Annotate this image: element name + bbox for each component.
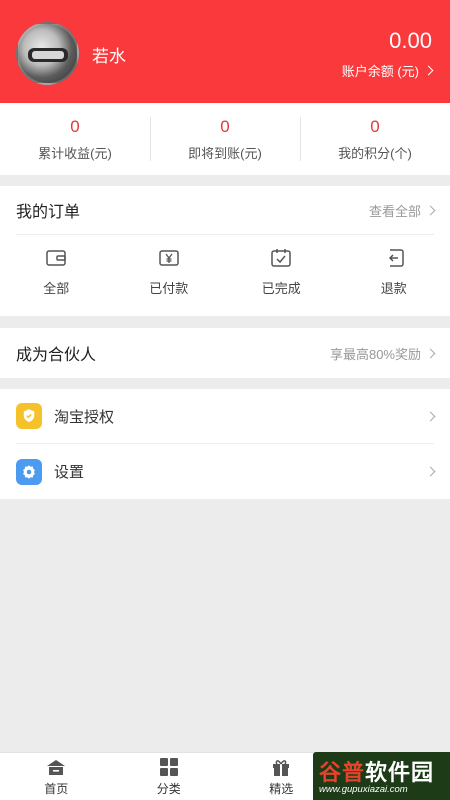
wallet-icon xyxy=(46,250,66,266)
menu-item-content: 设置 xyxy=(16,458,85,485)
watermark-title: 谷普软件园 xyxy=(319,755,434,787)
tab-label: 分类 xyxy=(156,781,181,796)
account-balance-label: 账户余额 (元) xyxy=(341,64,419,79)
paid-icon xyxy=(159,250,179,266)
stat-my-points[interactable]: 0 我的积分(个) xyxy=(300,103,450,175)
avatar[interactable] xyxy=(16,22,79,85)
tab-label: 精选 xyxy=(269,781,294,796)
stat-value: 0 xyxy=(370,116,380,136)
watermark-url: www.gupuxiazai.com xyxy=(319,784,408,795)
stat-label: 我的积分(个) xyxy=(338,145,412,161)
chevron-right-icon xyxy=(423,65,434,76)
menu-item-label: 淘宝授权 xyxy=(54,408,115,426)
settings-menu: 淘宝授权 设置 xyxy=(0,389,450,499)
orders-header: 我的订单 查看全部 xyxy=(16,186,436,235)
view-all-orders-link[interactable]: 查看全部 xyxy=(368,201,436,220)
order-paid-button[interactable]: 已付款 xyxy=(113,246,226,297)
menu-item-content: 淘宝授权 xyxy=(16,403,114,429)
order-item-label: 已付款 xyxy=(149,281,189,296)
refund-icon xyxy=(388,249,404,267)
stat-label: 即将到账(元) xyxy=(188,145,262,161)
stat-pending-earnings[interactable]: 0 即将到账(元) xyxy=(150,103,300,175)
order-item-label: 已完成 xyxy=(261,281,301,296)
tab-home[interactable]: 首页 xyxy=(0,753,113,800)
site-watermark: 谷普软件园 www.gupuxiazai.com xyxy=(313,752,450,800)
watermark-title-part1: 谷普 xyxy=(319,760,366,785)
gear-icon xyxy=(16,458,42,485)
stat-total-earnings[interactable]: 0 累计收益(元) xyxy=(0,103,150,175)
menu-item-label: 设置 xyxy=(54,464,85,481)
grid-icon xyxy=(159,757,178,776)
menu-item-settings[interactable]: 设置 xyxy=(16,444,436,499)
profile-header: 若水 0.00 账户余额 (元) xyxy=(0,0,450,103)
shield-check-icon xyxy=(16,403,42,429)
order-status-list: 全部 已付款 已完成 退款 xyxy=(0,246,450,297)
watermark-title-part2: 软件园 xyxy=(365,760,435,785)
order-item-label: 全部 xyxy=(43,281,70,296)
stat-value: 0 xyxy=(220,116,230,136)
username: 若水 xyxy=(92,47,126,66)
avatar-image-detail xyxy=(32,51,64,59)
orders-title: 我的订单 xyxy=(16,204,81,221)
stat-label: 累计收益(元) xyxy=(38,145,112,161)
gift-icon xyxy=(273,759,290,776)
stat-value: 0 xyxy=(70,116,80,136)
order-completed-button[interactable]: 已完成 xyxy=(225,246,338,297)
order-refund-button[interactable]: 退款 xyxy=(338,246,450,297)
tab-category[interactable]: 分类 xyxy=(113,753,226,800)
menu-item-taobao-auth[interactable]: 淘宝授权 xyxy=(16,389,436,444)
account-balance[interactable]: 0.00 xyxy=(389,28,432,54)
view-all-label: 查看全部 xyxy=(368,203,421,219)
partner-reward: 享最高80%奖励 xyxy=(329,344,436,363)
partner-reward-label: 享最高80%奖励 xyxy=(329,346,421,362)
completed-icon xyxy=(271,249,291,267)
account-balance-link[interactable]: 账户余额 (元) xyxy=(341,61,434,80)
order-all-button[interactable]: 全部 xyxy=(0,246,113,297)
chevron-right-icon xyxy=(425,411,436,421)
tab-label: 首页 xyxy=(44,781,69,796)
order-item-label: 退款 xyxy=(380,281,407,296)
earnings-stats: 0 累计收益(元) 0 即将到账(元) 0 我的积分(个) xyxy=(0,103,450,175)
chevron-right-icon xyxy=(425,205,436,215)
my-orders-card: 我的订单 查看全部 全部 已付款 已完成 退款 xyxy=(0,186,450,316)
home-icon xyxy=(47,759,66,775)
chevron-right-icon xyxy=(425,466,436,477)
become-partner-row[interactable]: 成为合伙人 享最高80%奖励 xyxy=(0,328,450,378)
partner-title: 成为合伙人 xyxy=(16,347,97,364)
chevron-right-icon xyxy=(425,348,436,358)
